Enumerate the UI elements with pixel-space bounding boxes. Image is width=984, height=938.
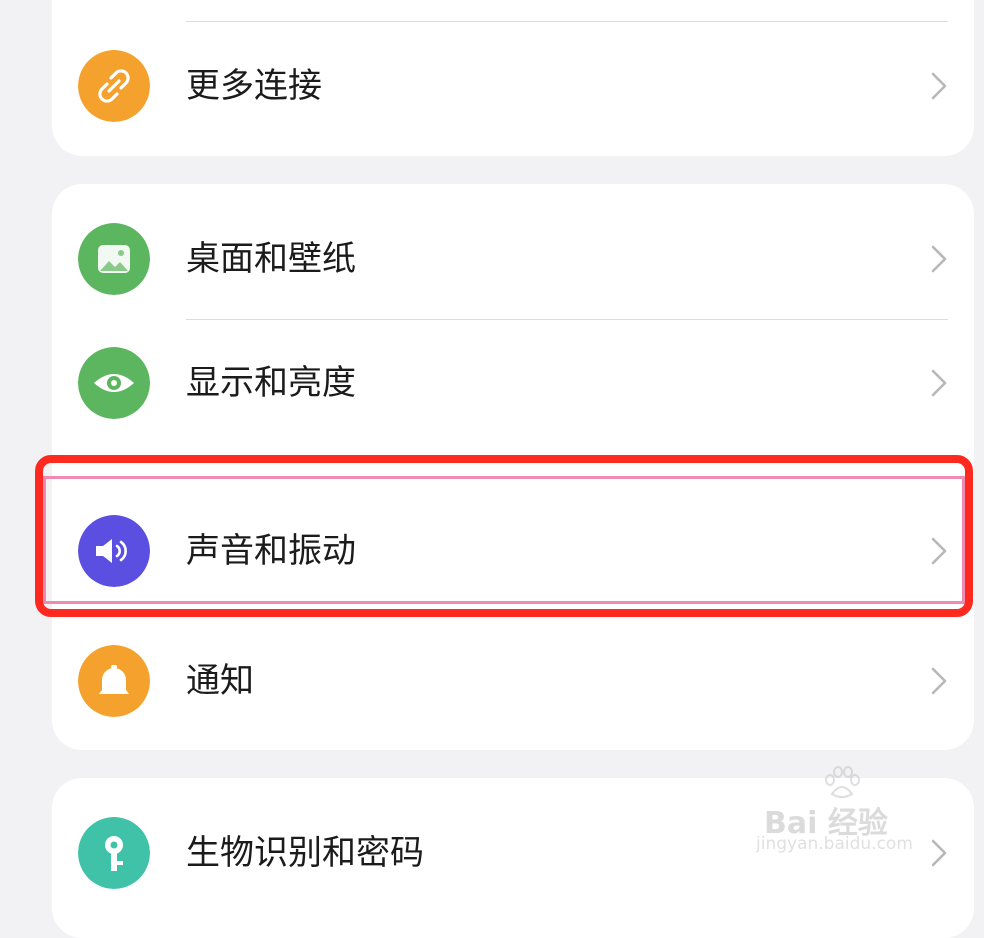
settings-item-display[interactable]: 显示和亮度 (52, 320, 974, 446)
settings-item-label: 声音和振动 (186, 531, 356, 571)
link-icon (78, 50, 150, 122)
settings-item-label: 显示和亮度 (186, 363, 356, 403)
settings-group-connections: 更多连接 (52, 0, 974, 156)
settings-group-display: 桌面和壁纸 显示和亮度 声音和振动 通知 (52, 184, 974, 750)
settings-item-wallpaper[interactable]: 桌面和壁纸 (52, 196, 974, 322)
settings-item-more-connections[interactable]: 更多连接 (52, 23, 974, 149)
eye-icon (78, 347, 150, 419)
settings-item-sound[interactable]: 声音和振动 (52, 488, 974, 614)
settings-item-label: 通知 (186, 661, 254, 701)
chevron-right-icon (931, 245, 947, 273)
bell-icon (78, 645, 150, 717)
paw-icon (825, 766, 860, 798)
watermark: Bai 经验 jingyan.baidu.com (754, 760, 944, 860)
settings-item-label: 生物识别和密码 (186, 833, 424, 873)
settings-item-label: 更多连接 (186, 66, 322, 106)
chevron-right-icon (931, 369, 947, 397)
chevron-right-icon (931, 537, 947, 565)
chevron-right-icon (931, 72, 947, 100)
image-icon (78, 223, 150, 295)
watermark-url: jingyan.baidu.com (756, 834, 913, 854)
settings-item-label: 桌面和壁纸 (186, 239, 356, 279)
speaker-icon (78, 515, 150, 587)
chevron-right-icon (931, 667, 947, 695)
divider (186, 21, 948, 22)
settings-item-notifications[interactable]: 通知 (52, 618, 974, 744)
key-icon (78, 817, 150, 889)
